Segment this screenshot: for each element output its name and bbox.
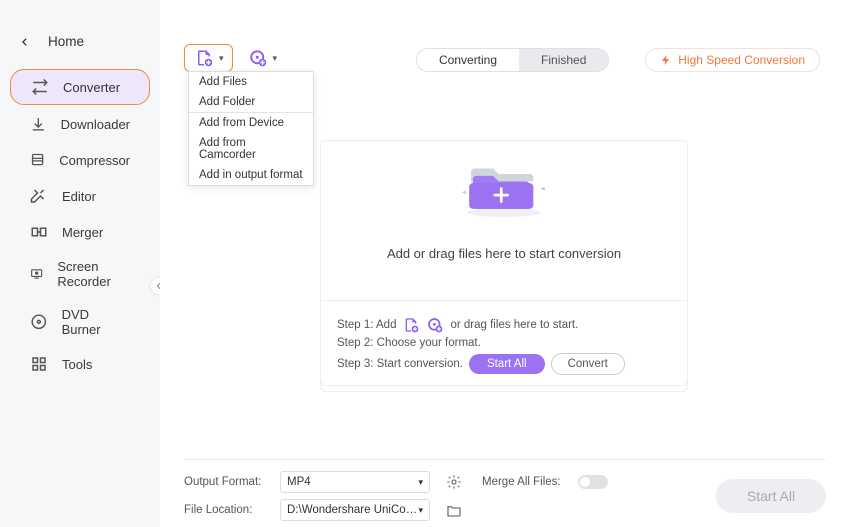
main-panel: ▾ ▾ Add Files Add Folder Add from Device… [160, 0, 850, 527]
dropdown-item-add-output-format[interactable]: Add in output format [189, 165, 313, 185]
sidebar-item-converter[interactable]: Converter [10, 69, 150, 105]
merge-label: Merge All Files: [482, 476, 572, 488]
sidebar-item-dvd-burner[interactable]: DVD Burner [10, 299, 150, 345]
merger-icon [30, 223, 48, 241]
chevron-left-icon [20, 37, 30, 47]
screen-recorder-icon [30, 265, 43, 283]
sidebar-item-label: Compressor [59, 153, 130, 168]
file-location-select[interactable]: D:\Wondershare UniConverter 1 ▾ [280, 499, 430, 521]
chevron-down-icon: ▾ [418, 477, 423, 488]
toolbar: ▾ ▾ [184, 44, 281, 72]
add-file-icon [193, 49, 215, 67]
convert-button[interactable]: Convert [551, 353, 625, 375]
sidebar-item-label: DVD Burner [62, 307, 130, 337]
add-disc-icon[interactable] [426, 317, 444, 333]
sidebar-item-compressor[interactable]: Compressor [10, 143, 150, 177]
dropdown-item-add-from-device[interactable]: Add from Device [189, 113, 313, 133]
chevron-down-icon: ▾ [273, 53, 278, 64]
chevron-down-icon: ▾ [219, 53, 224, 64]
sidebar-item-downloader[interactable]: Downloader [10, 107, 150, 141]
dropdown-item-add-from-camcorder[interactable]: Add from Camcorder [189, 133, 313, 165]
step3-text: Step 3: Start conversion. [337, 358, 463, 370]
dropzone-caption: Add or drag files here to start conversi… [320, 246, 688, 261]
step1-pre: Step 1: Add [337, 319, 396, 331]
home-label: Home [48, 34, 84, 49]
bottombar: Output Format: MP4 ▾ Merge All Files: Fi… [184, 459, 826, 515]
add-file-icon[interactable] [402, 317, 420, 333]
home-nav[interactable]: Home [0, 26, 160, 57]
step-3: Step 3: Start conversion. Start All Conv… [337, 353, 671, 375]
chevron-down-icon: ▾ [418, 505, 423, 516]
sidebar-item-label: Editor [62, 189, 96, 204]
dvd-burner-icon [30, 313, 48, 331]
output-format-label: Output Format: [184, 476, 274, 488]
step1-post: or drag files here to start. [450, 319, 578, 331]
converter-icon [31, 78, 49, 96]
tools-icon [30, 355, 48, 373]
dropdown-item-add-folder[interactable]: Add Folder [189, 92, 313, 112]
high-speed-label: High Speed Conversion [678, 53, 805, 67]
compressor-icon [30, 151, 45, 169]
steps-panel: Step 1: Add or drag files here to start.… [320, 300, 688, 392]
file-location-label: File Location: [184, 504, 274, 516]
sidebar-item-label: Converter [63, 80, 120, 95]
step-1: Step 1: Add or drag files here to start. [337, 317, 671, 333]
high-speed-chip[interactable]: High Speed Conversion [645, 48, 820, 72]
output-format-select[interactable]: MP4 ▾ [280, 471, 430, 493]
sidebar-item-label: Tools [62, 357, 92, 372]
folder-plus-icon [449, 145, 559, 225]
gear-icon[interactable] [446, 474, 462, 490]
add-file-dropdown: Add Files Add Folder Add from Device Add… [188, 71, 314, 186]
step2-text: Step 2: Choose your format. [337, 337, 481, 349]
sidebar-item-merger[interactable]: Merger [10, 215, 150, 249]
sidebar-item-label: Merger [62, 225, 103, 240]
start-all-button[interactable]: Start All [469, 354, 545, 374]
open-folder-icon[interactable] [446, 502, 462, 518]
sidebar-item-label: Downloader [61, 117, 130, 132]
downloader-icon [30, 115, 47, 133]
tab-converting[interactable]: Converting [417, 49, 519, 71]
dropdown-item-add-files[interactable]: Add Files [189, 72, 313, 92]
add-disc-icon [247, 49, 269, 67]
sidebar-item-label: Screen Recorder [57, 259, 130, 289]
sidebar-item-editor[interactable]: Editor [10, 179, 150, 213]
sidebar-item-tools[interactable]: Tools [10, 347, 150, 381]
tab-finished[interactable]: Finished [519, 49, 608, 71]
sidebar-item-screen-recorder[interactable]: Screen Recorder [10, 251, 150, 297]
editor-icon [30, 187, 48, 205]
sidebar: Home Converter Downloader Compressor Edi… [0, 0, 160, 527]
step-2: Step 2: Choose your format. [337, 337, 671, 349]
merge-toggle[interactable] [578, 475, 608, 489]
file-location-value: D:\Wondershare UniConverter 1 [287, 504, 418, 516]
start-all-main-button[interactable]: Start All [716, 479, 826, 513]
status-tabs: Converting Finished [416, 48, 609, 72]
add-file-button[interactable]: ▾ [184, 44, 233, 72]
lightning-icon [660, 54, 672, 66]
add-dvd-button[interactable]: ▾ [243, 45, 282, 71]
output-format-value: MP4 [287, 476, 311, 488]
dropzone[interactable]: Add or drag files here to start conversi… [320, 140, 688, 300]
